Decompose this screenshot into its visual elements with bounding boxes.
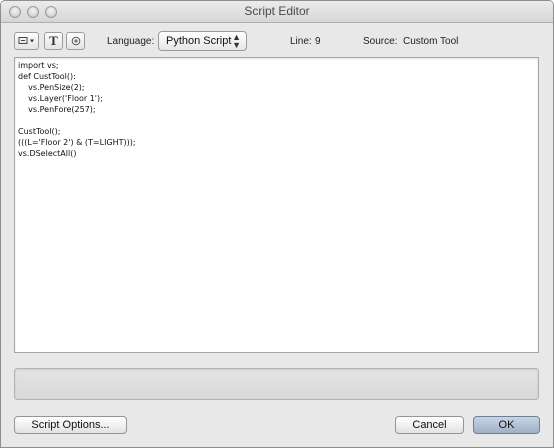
script-text-area[interactable]: import vs; def CustTool(): vs.PenSize(2)… (14, 57, 539, 353)
line-label: Line: (290, 36, 312, 47)
language-select[interactable]: Python Script ▲ ▼ (158, 31, 247, 51)
script-options-button[interactable]: Script Options... (14, 416, 127, 434)
text-tool-button[interactable]: T (44, 32, 63, 50)
language-select-value: Python Script (166, 35, 232, 47)
message-area (14, 368, 539, 400)
code-line: vs.Layer('Floor 1'); (18, 94, 103, 103)
ok-button[interactable]: OK (473, 416, 540, 434)
window-title: Script Editor (244, 4, 310, 18)
cancel-button[interactable]: Cancel (395, 416, 464, 434)
toolbar: T Language: Python Script ▲ ▼ Line: 9 Sou… (1, 23, 553, 55)
title-bar: Script Editor (1, 1, 553, 23)
circle-icon (71, 36, 80, 46)
zoom-window-button[interactable] (45, 6, 57, 18)
close-window-button[interactable] (9, 6, 21, 18)
code-line: vs.PenSize(2); (18, 83, 85, 92)
language-label: Language: (107, 36, 155, 47)
script-editor-window: Script Editor T Language: Python Script … (0, 0, 554, 448)
select-arrows-icon: ▲ ▼ (232, 32, 241, 50)
line-value: 9 (315, 36, 321, 47)
code-line: vs.DSelectAll() (18, 149, 77, 158)
source-value: Custom Tool (403, 36, 459, 47)
code-line: import vs; (18, 61, 59, 70)
code-line: def CustTool(): (18, 72, 76, 81)
text-tool-label: T (49, 33, 58, 48)
source-label: Source: (363, 36, 398, 47)
insert-menu-button[interactable] (14, 32, 39, 50)
function-lookup-button[interactable] (66, 32, 85, 50)
code-line: CustTool(); (18, 127, 61, 136)
insert-dropdown-icon (18, 37, 34, 44)
code-line: (((L='Floor 2') & (T=LIGHT))); (18, 138, 136, 147)
code-line: vs.PenFore(257); (18, 105, 96, 114)
minimize-window-button[interactable] (27, 6, 39, 18)
